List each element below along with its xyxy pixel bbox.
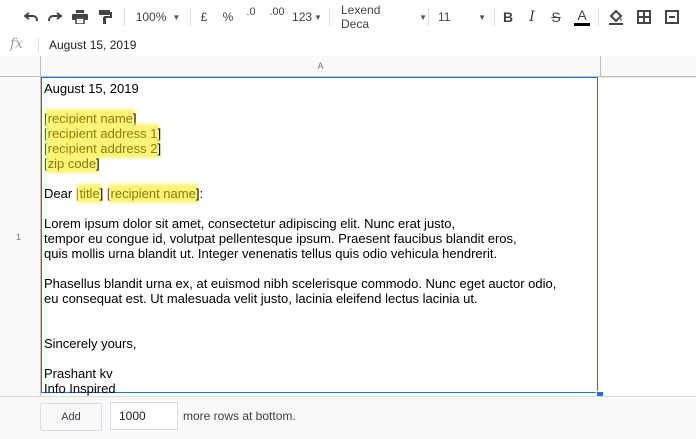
closing: Sincerely yours, — [44, 336, 137, 351]
text-color-label: A — [577, 7, 587, 23]
toolbar-separator — [329, 8, 330, 26]
placeholder-close-bracket: ] — [99, 186, 104, 201]
toolbar-separator — [124, 8, 125, 26]
more-rows-label: more rows at bottom. — [183, 409, 296, 423]
toolbar-separator — [494, 8, 495, 26]
zoom-value: 100% — [135, 10, 167, 24]
percent-label: % — [222, 10, 234, 24]
cell-content: August 15, 2019 [recipient name] [recipi… — [44, 81, 556, 396]
borders-icon[interactable] — [634, 6, 654, 28]
add-rows-bar: Add 1000 more rows at bottom. — [0, 396, 696, 439]
placeholder-close-bracket: ] — [96, 156, 100, 171]
select-all-corner[interactable] — [0, 56, 41, 77]
signature-organization: Info Inspired — [44, 381, 116, 396]
cell-a1[interactable]: August 15, 2019 [recipient name] [recipi… — [41, 77, 598, 396]
column-header-empty — [601, 56, 696, 77]
redo-icon[interactable] — [44, 6, 66, 28]
body-paragraph-2-line-2: eu consequat est. Ut malesuada velit jus… — [44, 291, 478, 306]
body-paragraph-2-line-1: Phasellus blandit urna ex, at euismod ni… — [44, 276, 557, 291]
add-rows-button[interactable]: Add — [40, 403, 102, 431]
grid-empty-area — [601, 77, 696, 397]
increase-decimal-button[interactable]: .00 — [266, 6, 288, 28]
zoom-select[interactable]: 100% ▼ — [132, 6, 184, 28]
font-size-select[interactable]: 11 ▼ — [434, 6, 490, 28]
formula-separator — [38, 38, 39, 52]
placeholder-recipient-name: recipient name — [47, 111, 133, 126]
print-icon[interactable] — [69, 6, 91, 28]
rows-count-input[interactable]: 1000 — [110, 402, 178, 430]
italic-label: I — [529, 9, 535, 25]
decrease-decimal-button[interactable]: .0 — [242, 6, 260, 28]
chevron-down-icon: ▼ — [419, 12, 427, 22]
column-header-a[interactable]: A — [41, 56, 601, 77]
text-color-icon[interactable]: A — [573, 6, 591, 28]
placeholder-recipient-address-2: recipient address 2 — [47, 141, 158, 156]
letter-date: August 15, 2019 — [44, 81, 139, 96]
text-color-swatch — [574, 23, 590, 26]
placeholder-zip-code: zip code — [47, 156, 97, 171]
fill-color-icon[interactable] — [606, 6, 626, 28]
bold-icon[interactable]: B — [500, 6, 516, 28]
chevron-down-icon: ▼ — [478, 12, 486, 22]
sheet-grid: A 1 August 15, 2019 [recipient name] [re… — [0, 56, 696, 399]
placeholder-close-bracket: ] — [157, 126, 162, 141]
row-header[interactable]: 1 — [0, 77, 41, 396]
fx-icon: fx — [10, 36, 24, 52]
body-paragraph-1-line-1: Lorem ipsum dolor sit amet, consectetur … — [44, 216, 456, 231]
salutation-dear: Dear — [44, 186, 73, 201]
currency-label: £ — [200, 10, 208, 24]
merge-cells-icon[interactable] — [662, 6, 682, 28]
bold-label: B — [502, 9, 514, 25]
placeholder-open-bracket: [ — [106, 186, 111, 201]
strikethrough-label: S — [551, 9, 561, 25]
toolbar-separator — [190, 8, 191, 26]
more-formats-button[interactable]: 123 ▼ — [291, 6, 323, 28]
placeholder-close-bracket: ] — [157, 141, 162, 156]
placeholder-recipient-name: recipient name — [110, 186, 196, 201]
formula-bar[interactable]: fx August 15, 2019 — [0, 34, 696, 57]
strikethrough-icon[interactable]: S — [548, 6, 564, 28]
percent-button[interactable]: % — [220, 6, 236, 28]
increase-decimal-label: .00 — [269, 6, 285, 18]
placeholder-close-bracket-colon: ]: — [195, 186, 204, 201]
toolbar: 100% ▼ £ % .0 .00 123 ▼ Lexend Deca ▼ 11… — [0, 0, 696, 35]
chevron-down-icon: ▼ — [172, 12, 181, 22]
undo-icon[interactable] — [20, 6, 42, 28]
font-family-select[interactable]: Lexend Deca ▼ — [336, 3, 427, 31]
font-size-value: 11 — [438, 10, 451, 24]
row-number: 1 — [16, 232, 22, 242]
italic-icon[interactable]: I — [524, 6, 540, 28]
currency-button[interactable]: £ — [196, 6, 212, 28]
signature-name: Prashant kv — [44, 366, 113, 381]
placeholder-close-bracket: ] — [132, 111, 137, 126]
paint-format-icon[interactable] — [94, 6, 116, 28]
placeholder-recipient-address-1: recipient address 1 — [47, 126, 158, 141]
chevron-down-icon: ▼ — [314, 12, 322, 22]
more-formats-label: 123 — [292, 10, 313, 24]
toolbar-separator — [598, 8, 599, 26]
placeholder-title: title — [79, 186, 100, 201]
body-paragraph-1-line-2: tempor eu congue id, volutpat pellentesq… — [44, 231, 517, 246]
formula-value[interactable]: August 15, 2019 — [49, 38, 136, 52]
toolbar-separator — [428, 8, 429, 26]
decrease-decimal-label: .0 — [246, 6, 256, 18]
body-paragraph-1-line-3: quis mollis urna blandit ut. Integer ven… — [44, 246, 498, 261]
font-family-value: Lexend Deca — [341, 3, 381, 31]
